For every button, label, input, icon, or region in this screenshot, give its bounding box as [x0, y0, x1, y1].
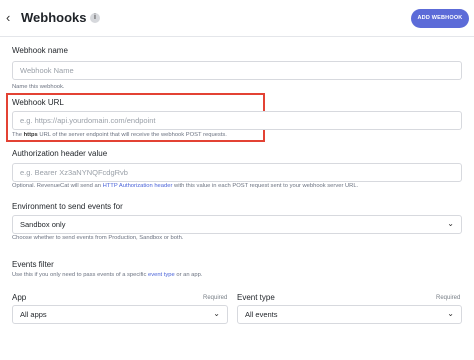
page-header: ‹ Webhooks i ADD WEBHOOK: [0, 0, 474, 37]
events-filter-description: Use this if you only need to pass events…: [12, 271, 202, 279]
chevron-down-icon: ⌄: [213, 309, 220, 318]
event-type-label: Event type: [237, 293, 275, 302]
help-bold-https: https: [23, 132, 38, 138]
chevron-left-icon[interactable]: ‹: [6, 11, 18, 25]
event-type-link[interactable]: event type: [148, 272, 175, 278]
chevron-down-icon: ⌄: [447, 219, 454, 228]
chevron-down-icon: ⌄: [447, 309, 454, 318]
help-text: with this value in each POST request sen…: [172, 183, 359, 189]
event-type-value: All events: [245, 310, 278, 319]
webhook-name-label: Webhook name: [12, 46, 68, 55]
http-auth-header-link[interactable]: HTTP Authorization header: [103, 183, 173, 189]
auth-header-help: Optional. RevenueCat will send an HTTP A…: [12, 182, 358, 190]
environment-label: Environment to send events for: [12, 202, 123, 211]
environment-value: Sandbox only: [20, 220, 66, 229]
auth-header-label: Authorization header value: [12, 149, 108, 158]
help-text: The: [12, 132, 24, 138]
help-text: URL of the server endpoint that will rec…: [37, 132, 227, 138]
events-filter-title: Events filter: [12, 260, 54, 269]
info-icon[interactable]: i: [90, 13, 100, 23]
webhook-name-help: Name this webhook.: [12, 84, 65, 90]
app-select[interactable]: All apps ⌄: [12, 305, 228, 324]
webhook-url-placeholder: e.g. https://api.yourdomain.com/endpoint: [20, 116, 156, 125]
webhook-url-help: The https URL of the server endpoint tha…: [12, 131, 227, 139]
webhook-name-input[interactable]: Webhook Name: [12, 61, 462, 80]
app-required: Required: [203, 295, 228, 301]
webhook-url-label: Webhook URL: [12, 98, 64, 107]
webhook-url-input[interactable]: e.g. https://api.yourdomain.com/endpoint: [12, 111, 462, 130]
add-webhook-button[interactable]: ADD WEBHOOK: [411, 9, 469, 28]
auth-header-input[interactable]: e.g. Bearer Xz3aNYNQFcdgRvb: [12, 163, 462, 182]
help-text: Use this if you only need to pass events…: [12, 272, 148, 278]
help-text: Optional. RevenueCat will send an: [12, 183, 103, 189]
event-type-select[interactable]: All events ⌄: [237, 305, 462, 324]
environment-help: Choose whether to send events from Produ…: [12, 235, 184, 241]
auth-header-placeholder: e.g. Bearer Xz3aNYNQFcdgRvb: [20, 168, 128, 177]
app-value: All apps: [20, 310, 47, 319]
help-text: or an app.: [174, 272, 203, 278]
webhook-name-placeholder: Webhook Name: [20, 66, 74, 75]
environment-select[interactable]: Sandbox only ⌄: [12, 215, 462, 234]
page-title: Webhooks: [21, 10, 87, 25]
event-type-required: Required: [436, 295, 461, 301]
app-label: App: [12, 293, 27, 302]
